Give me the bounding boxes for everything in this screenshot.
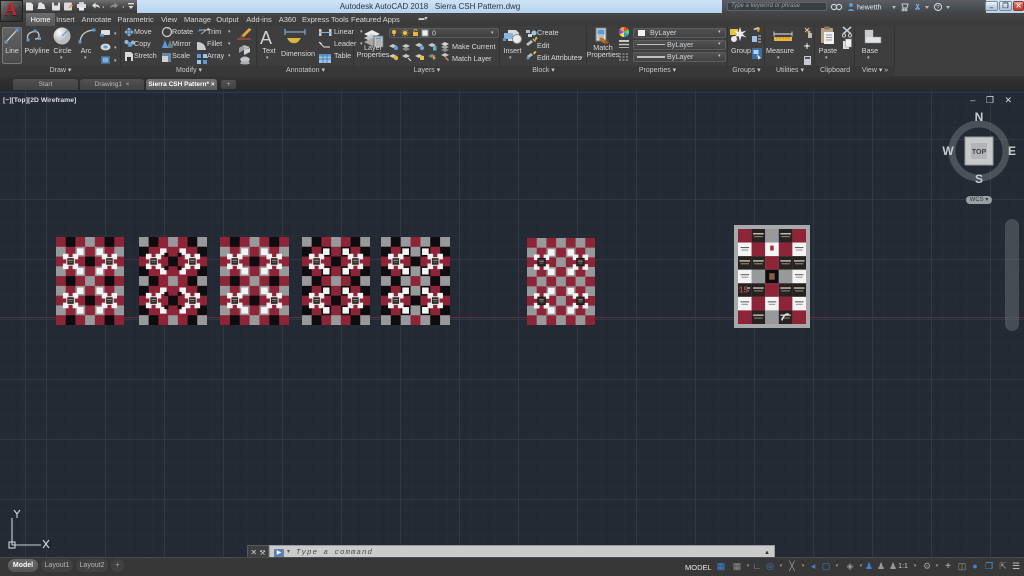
svg-text:▾: ▾ (114, 45, 117, 51)
svg-text:▾: ▾ (114, 31, 117, 37)
svg-text:?: ? (936, 5, 940, 12)
svg-text:E: E (1008, 144, 1016, 158)
svg-text:TOP: TOP (972, 149, 987, 156)
svg-text:S: S (975, 172, 983, 186)
svg-text:hewetth: hewetth (857, 5, 882, 12)
svg-text:▾: ▾ (114, 58, 117, 64)
svg-text:N: N (975, 110, 984, 124)
svg-text:W: W (942, 144, 954, 158)
svg-text:15: 15 (739, 285, 748, 294)
svg-text:A: A (260, 28, 272, 48)
svg-text:0: 0 (432, 31, 436, 38)
